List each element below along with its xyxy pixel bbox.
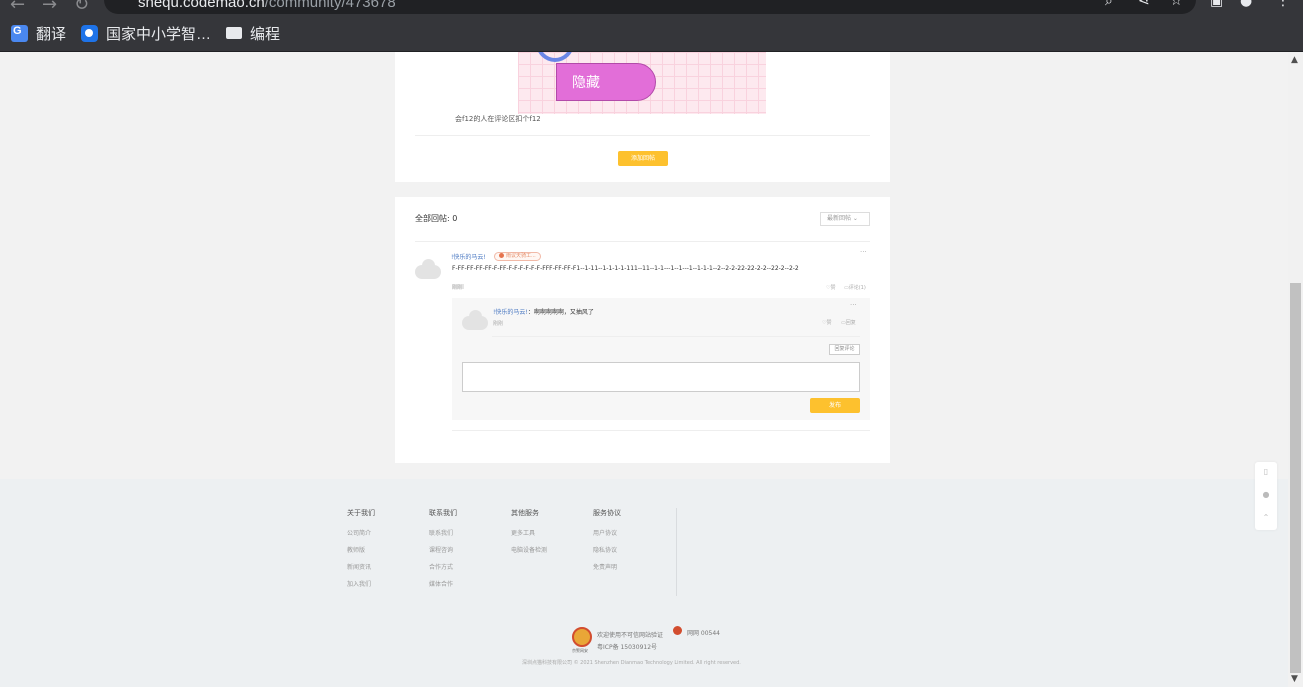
bookmark-translate[interactable]: 翻译 xyxy=(11,23,66,43)
more-icon[interactable]: ··· xyxy=(860,248,867,256)
footer-divider xyxy=(676,508,677,596)
page-content: 隐藏 会f12的人在评论区扣个f12 添加回帖 全部回帖: 0 最新回帖 ⌄ !… xyxy=(0,52,1288,687)
search-icon[interactable]: ⌕ xyxy=(1105,0,1113,9)
reply-author[interactable]: !快乐的马云! xyxy=(451,252,486,261)
sub-comment: !快乐的马云!：啊啊啊啊啊，又抽风了 xyxy=(493,309,594,316)
gov-site-icon xyxy=(81,24,98,42)
sub-text: 啊啊啊啊啊，又抽风了 xyxy=(533,309,594,316)
footer-link[interactable]: 合作方式 xyxy=(429,562,457,571)
url-text[interactable]: shequ.codemao.cn/community/473678 xyxy=(138,0,396,11)
menu-icon[interactable]: ⋮ xyxy=(1276,0,1290,9)
bookmark-folder[interactable]: 编程 xyxy=(226,23,280,43)
copyright: 深圳点猫科技有限公司 © 2021 Shenzhen Dianmao Techn… xyxy=(522,660,741,666)
like-button[interactable]: ♡赞 xyxy=(822,319,832,326)
profile-icon[interactable]: ● xyxy=(1240,0,1252,9)
add-reply-button[interactable]: 添加回帖 xyxy=(618,151,668,166)
avatar[interactable] xyxy=(462,310,488,330)
footer-link[interactable]: 用户协议 xyxy=(593,528,621,537)
footer-link[interactable]: 公司简介 xyxy=(347,528,375,537)
publish-button[interactable]: 发布 xyxy=(810,398,860,413)
footer-col-agreements: 服务协议 用户协议 隐私协议 免责声明 xyxy=(593,508,621,579)
sub-author[interactable]: !快乐的马云! xyxy=(493,309,528,316)
police-badge-icon[interactable] xyxy=(572,627,592,647)
sort-select[interactable]: 最新回帖 ⌄ xyxy=(820,212,870,226)
license-text[interactable]: 欢迎使用不可信网站验证 xyxy=(597,630,663,639)
divider xyxy=(415,135,870,136)
footer-col-about: 关于我们 公司简介 教师版 新闻资讯 加入我们 xyxy=(347,508,375,596)
reply-comment-button[interactable]: 回复评论 xyxy=(829,344,860,355)
bookmark-gov[interactable]: 国家中小学智… xyxy=(81,23,211,43)
bookmarks-bar: 翻译 国家中小学智… 编程 xyxy=(0,14,1303,52)
replies-title: 全部回帖: 0 xyxy=(415,214,458,223)
footer-col-contact: 联系我们 联系我们 课程咨询 合作方式 媒体合作 xyxy=(429,508,457,596)
footer-link[interactable]: 媒体合作 xyxy=(429,579,457,588)
reply-content: F-FF-FF-FF-FF-F-FF-F-F-F-F-F-F-FFF-FF-FF… xyxy=(452,265,799,272)
phone-icon[interactable]: ▯ xyxy=(1261,467,1271,476)
share-icon[interactable]: ⋖ xyxy=(1138,0,1150,9)
avatar[interactable] xyxy=(415,259,441,279)
scroll-down-icon[interactable]: ▼ xyxy=(1291,674,1298,684)
footer-link[interactable]: 免责声明 xyxy=(593,562,621,571)
translate-icon xyxy=(11,24,28,42)
comment-input[interactable] xyxy=(462,362,860,392)
forward-icon[interactable]: → xyxy=(42,0,57,14)
browser-toolbar: ← → ↻ shequ.codemao.cn/community/473678 … xyxy=(0,0,1303,14)
sub-comment-box: !快乐的马云!：啊啊啊啊啊，又抽风了 刚刚 ··· ♡赞 ▭回复 回复评论 发布 xyxy=(452,298,870,420)
reply-time: 刚刚 xyxy=(452,284,464,291)
feedback-icon[interactable]: ● xyxy=(1261,490,1271,499)
folder-icon xyxy=(226,27,242,39)
footer-link[interactable]: 隐私协议 xyxy=(593,545,621,554)
badge-icon xyxy=(499,253,504,258)
replies-card: 全部回帖: 0 最新回帖 ⌄ !快乐的马云! 雨议天骑工... ··· F-FF… xyxy=(395,197,890,463)
footer: 关于我们 公司简介 教师版 新闻资讯 加入我们 联系我们 联系我们 课程咨询 合… xyxy=(0,479,1288,687)
divider xyxy=(452,430,870,431)
post-text: 会f12的人在评论区扣个f12 xyxy=(455,115,541,123)
footer-col-title: 联系我们 xyxy=(429,509,457,517)
gongan-icon xyxy=(673,626,682,635)
post-card: 隐藏 会f12的人在评论区扣个f12 添加回帖 xyxy=(395,52,890,182)
footer-link[interactable]: 课程咨询 xyxy=(429,545,457,554)
tab-icon[interactable]: ▣ xyxy=(1210,0,1223,9)
hide-block: 隐藏 xyxy=(556,63,656,101)
scroll-up-icon[interactable]: ▲ xyxy=(1291,55,1298,65)
star-icon[interactable]: ☆ xyxy=(1170,0,1183,9)
icp-text[interactable]: 粤ICP备 15030912号 xyxy=(597,642,657,651)
sub-time: 刚刚 xyxy=(493,321,504,327)
divider xyxy=(415,241,870,242)
scroll-thumb[interactable] xyxy=(1290,283,1301,673)
footer-col-title: 其他服务 xyxy=(511,509,539,517)
footer-link[interactable]: 电脑设备检测 xyxy=(511,545,547,554)
police-label: 京警网安 xyxy=(572,648,588,653)
footer-link[interactable]: 新闻资讯 xyxy=(347,562,375,571)
back-to-top-icon[interactable]: ⌃ xyxy=(1261,513,1271,522)
footer-link[interactable]: 教师版 xyxy=(347,545,375,554)
footer-link[interactable]: 联系我们 xyxy=(429,528,457,537)
floating-toolbar: ▯ ● ⌃ xyxy=(1255,462,1277,530)
footer-link[interactable]: 加入我们 xyxy=(347,579,375,588)
divider xyxy=(492,336,860,337)
footer-link[interactable]: 更多工具 xyxy=(511,528,547,537)
like-button[interactable]: ♡赞 xyxy=(826,284,836,291)
user-badge: 雨议天骑工... xyxy=(494,252,541,261)
comment-button[interactable]: ▭评论(1) xyxy=(844,284,866,291)
footer-col-services: 其他服务 更多工具 电脑设备检测 xyxy=(511,508,547,562)
gongan-text[interactable]: 网网 00544 xyxy=(687,628,720,637)
footer-col-title: 服务协议 xyxy=(593,509,621,517)
footer-col-title: 关于我们 xyxy=(347,509,375,517)
reload-icon[interactable]: ↻ xyxy=(74,0,89,14)
more-icon[interactable]: ··· xyxy=(850,301,857,309)
reply-button[interactable]: ▭回复 xyxy=(841,319,856,326)
back-icon[interactable]: ← xyxy=(10,0,25,14)
scrollbar[interactable]: ▲ ▼ xyxy=(1288,52,1303,687)
